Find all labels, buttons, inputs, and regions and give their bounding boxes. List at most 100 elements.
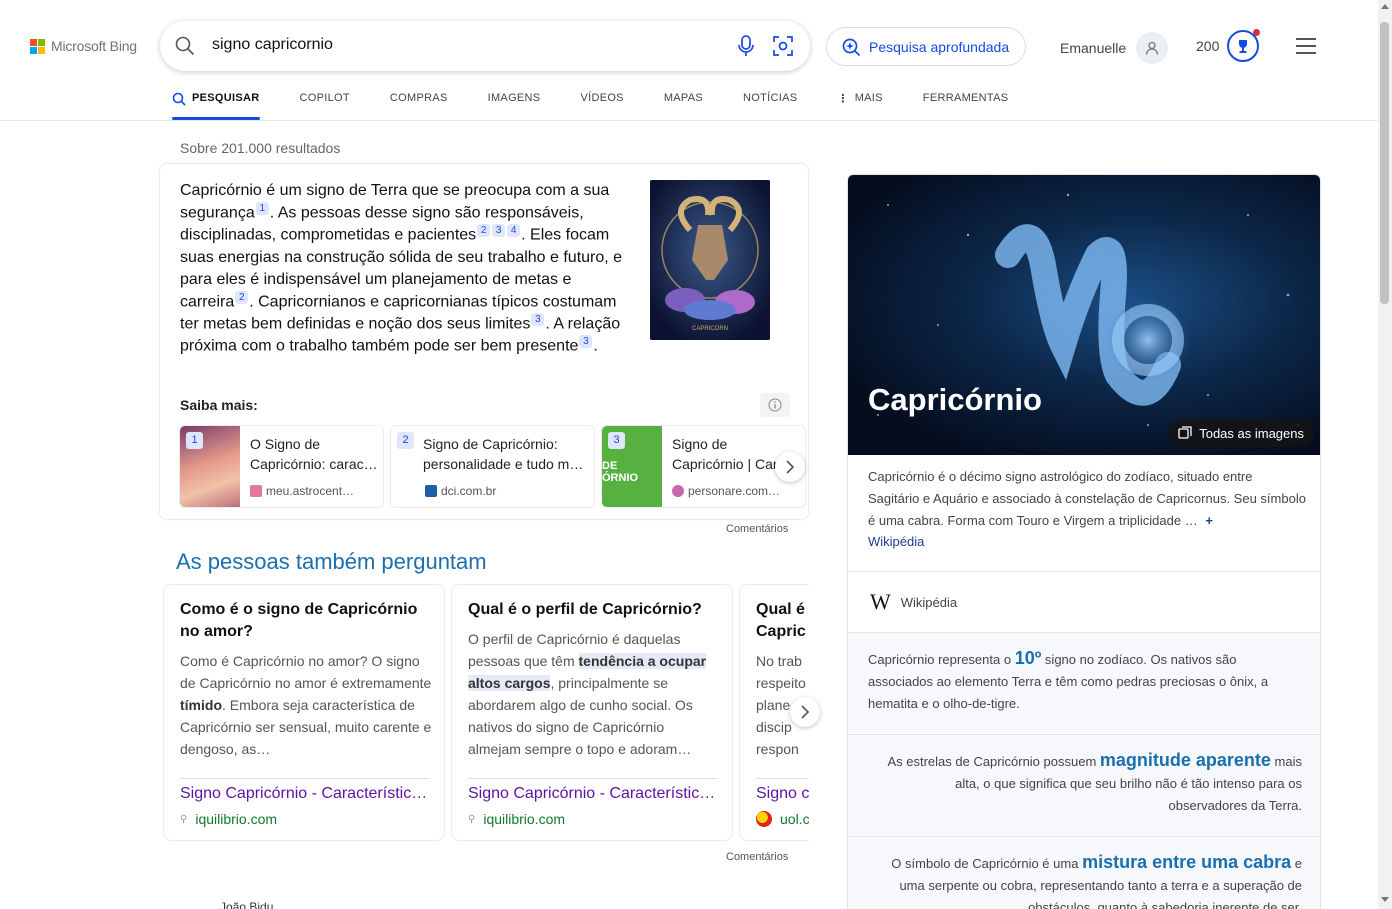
header: Microsoft Bing signo capricornio Pesquis… bbox=[0, 0, 1378, 121]
paa-question: Qual é Capric bbox=[756, 601, 806, 640]
capricorn-goat-image[interactable]: CAPRICORN bbox=[650, 180, 770, 340]
answer-text: Capricórnio é um signo de Terra que se p… bbox=[180, 182, 623, 355]
scrollbar-thumb[interactable] bbox=[1380, 22, 1389, 304]
feedback-link[interactable]: Comentários bbox=[726, 523, 788, 535]
tab-mais[interactable]: ⋮ MAIS bbox=[837, 86, 882, 120]
source-title: O Signo de Capricórnio: carac… bbox=[250, 436, 378, 472]
wikipedia-source[interactable]: W Wikipédia bbox=[870, 589, 957, 615]
scroll-down-arrow-icon[interactable] bbox=[1381, 897, 1389, 902]
search-input[interactable]: signo capricornio bbox=[212, 36, 333, 54]
paa-next-button[interactable] bbox=[790, 697, 820, 727]
divider bbox=[756, 778, 809, 779]
tab-noticias[interactable]: NOTÍCIAS bbox=[743, 86, 797, 120]
paa-domain: iquilibrio.com bbox=[195, 811, 278, 827]
tab-copilot[interactable]: COPILOT bbox=[300, 86, 350, 120]
scroll-up-arrow-icon[interactable] bbox=[1381, 4, 1389, 9]
microphone-icon[interactable] bbox=[737, 35, 755, 57]
wikipedia-icon: W bbox=[870, 589, 891, 614]
paa-link[interactable]: Signo Capricórnio - Característic… bbox=[180, 785, 430, 803]
search-icon[interactable] bbox=[175, 36, 195, 56]
citation[interactable]: 3 bbox=[531, 312, 545, 326]
citation[interactable]: 3 bbox=[492, 224, 506, 238]
user-name: Emanuelle bbox=[1060, 40, 1127, 56]
visual-search-icon[interactable] bbox=[772, 35, 794, 57]
citation[interactable]: 3 bbox=[579, 335, 593, 349]
paa-card[interactable]: Como é o signo de Capricórnio no amor? C… bbox=[163, 584, 445, 841]
info-icon[interactable] bbox=[760, 393, 790, 417]
star-favicon-icon bbox=[250, 485, 262, 497]
fact-card: O símbolo de Capricórnio é uma mistura e… bbox=[848, 837, 1320, 909]
tab-imagens[interactable]: IMAGENS bbox=[488, 86, 541, 120]
source-card[interactable]: Signo de Capricórnio: personalidade e tu… bbox=[390, 425, 595, 508]
chevron-right-icon bbox=[786, 460, 795, 474]
citation[interactable]: 4 bbox=[507, 224, 521, 238]
panel-title: Capricórnio bbox=[868, 382, 1042, 417]
paa-answer: Como é Capricórnio no amor? O signo de C… bbox=[180, 653, 432, 757]
uol-favicon-icon bbox=[756, 811, 772, 827]
rewards-points: 200 bbox=[1196, 38, 1220, 54]
paa-link[interactable]: Signo Capricórnio - Característic… bbox=[468, 785, 718, 803]
source-number: 3 bbox=[608, 432, 625, 449]
search-box[interactable]: signo capricornio bbox=[160, 21, 810, 71]
notification-dot bbox=[1253, 29, 1261, 36]
deep-search-icon bbox=[842, 38, 861, 56]
citation[interactable]: 1 bbox=[255, 202, 269, 215]
user-account[interactable]: Emanuelle bbox=[1060, 32, 1169, 64]
thumbnail-text: DE ÓRNIO bbox=[602, 460, 639, 484]
source-domain: dci.com.br bbox=[441, 484, 497, 498]
next-arrow-button[interactable] bbox=[775, 452, 805, 482]
tab-mapas[interactable]: MAPAS bbox=[664, 86, 703, 120]
image-caption: CAPRICORN bbox=[692, 326, 728, 332]
source-card[interactable]: 1 O Signo de Capricórnio: carac… meu.ast… bbox=[179, 425, 384, 508]
trophy-icon[interactable] bbox=[1227, 29, 1261, 62]
paa-question: Qual é o perfil de Capricórnio? bbox=[468, 601, 702, 618]
search-tabs: PESQUISAR COPILOT COMPRAS IMAGENS VÍDEOS… bbox=[172, 86, 1048, 120]
divider bbox=[848, 571, 1320, 572]
dci-favicon-icon bbox=[425, 485, 437, 497]
saiba-mais-label: Saiba mais: bbox=[180, 397, 258, 413]
tab-ferramentas[interactable]: FERRAMENTAS bbox=[923, 86, 1009, 120]
source-title: Signo de Capricórnio: personalidade e tu… bbox=[423, 436, 584, 472]
paa-card[interactable]: Qual é o perfil de Capricórnio? O perfil… bbox=[451, 584, 733, 841]
all-images-button[interactable]: Todas as imagens bbox=[1168, 419, 1314, 447]
citation[interactable]: 2 bbox=[477, 224, 491, 238]
person-icon bbox=[1146, 41, 1159, 55]
wikipedia-link[interactable]: Wikipédia bbox=[868, 534, 924, 549]
knowledge-panel: Capricórnio Todas as imagens Capricórnio… bbox=[847, 174, 1321, 909]
search-icon bbox=[172, 92, 186, 106]
paa-domain: uol.c bbox=[780, 811, 809, 827]
bing-logo[interactable]: Microsoft Bing bbox=[30, 38, 137, 54]
search-favicon-icon: ⚲ bbox=[180, 813, 188, 825]
deep-search-label: Pesquisa aprofundada bbox=[869, 38, 1010, 55]
personare-favicon-icon bbox=[672, 485, 684, 497]
people-also-ask-title: As pessoas também perguntam bbox=[176, 549, 487, 574]
chevron-right-icon bbox=[801, 705, 810, 719]
feedback-link[interactable]: Comentários bbox=[726, 851, 788, 863]
citation[interactable]: 2 bbox=[235, 290, 249, 304]
microsoft-logo-icon bbox=[30, 38, 45, 54]
fact-card: As estrelas de Capricórnio possuem magni… bbox=[848, 735, 1320, 835]
paa-link[interactable]: Signo c bbox=[756, 785, 809, 803]
source-domain: personare.com… bbox=[688, 484, 781, 498]
menu-icon[interactable] bbox=[1296, 38, 1316, 59]
source-number: 1 bbox=[186, 432, 203, 449]
deep-search-button[interactable]: Pesquisa aprofundada bbox=[826, 27, 1026, 66]
more-dots-icon: ⋮ bbox=[837, 93, 849, 105]
expand-icon[interactable]: + bbox=[1205, 513, 1213, 528]
scrollbar[interactable] bbox=[1378, 0, 1392, 909]
images-icon bbox=[1178, 426, 1192, 439]
rewards[interactable]: 200 bbox=[1196, 29, 1261, 62]
paa-answer: O perfil de Capricórnio é daquelas pesso… bbox=[468, 631, 707, 757]
divider bbox=[468, 778, 718, 779]
tab-pesquisar[interactable]: PESQUISAR bbox=[172, 86, 260, 120]
next-result-title[interactable]: João Bidu bbox=[220, 900, 273, 909]
hero-image[interactable]: Capricórnio Todas as imagens bbox=[848, 175, 1320, 455]
tab-compras[interactable]: COMPRAS bbox=[390, 86, 448, 120]
avatar[interactable] bbox=[1136, 32, 1169, 64]
fact-card: Capricórnio representa o 10º signo no zo… bbox=[848, 633, 1320, 733]
source-domain: meu.astrocent… bbox=[266, 484, 355, 498]
tab-videos[interactable]: VÍDEOS bbox=[580, 86, 623, 120]
paa-domain: iquilibrio.com bbox=[483, 811, 566, 827]
source-number: 2 bbox=[397, 432, 414, 449]
divider bbox=[180, 778, 430, 779]
